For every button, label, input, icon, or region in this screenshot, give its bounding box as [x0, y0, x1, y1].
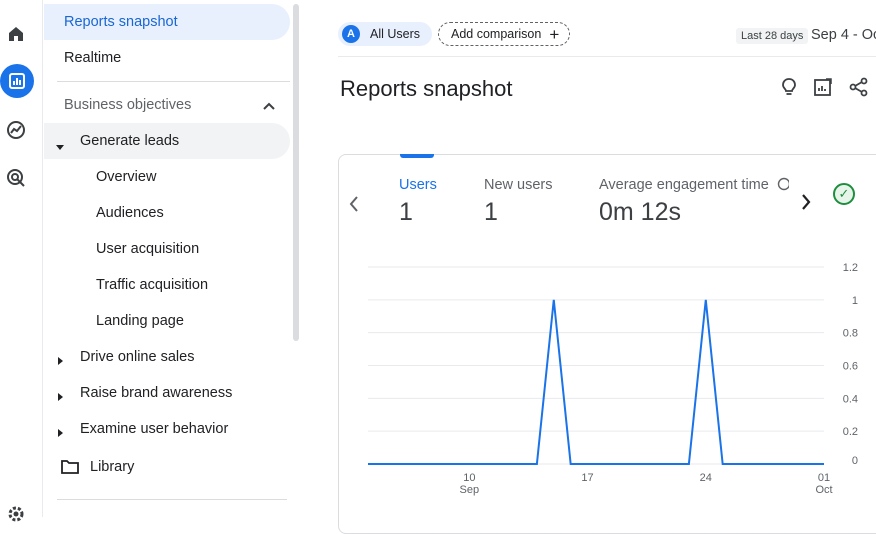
insights-lightbulb-icon[interactable]	[778, 76, 800, 98]
nav-group-examine-user-behavior[interactable]: Examine user behavior	[80, 411, 228, 447]
x-tick-label: 17	[581, 472, 593, 484]
y-tick-label: 0.6	[843, 361, 858, 373]
y-tick-label: 1.2	[843, 262, 858, 274]
y-tick-label: 0	[852, 455, 858, 467]
nav-item-label: Reports snapshot	[64, 14, 178, 30]
metric-tab-avg-engagement[interactable]: Average engagement time	[599, 177, 769, 193]
nav-item-library[interactable]: Library	[90, 449, 134, 485]
customize-report-icon[interactable]	[812, 76, 834, 98]
segment-label: All Users	[370, 27, 421, 41]
group-label: Drive online sales	[80, 349, 195, 365]
page-title: Reports snapshot	[340, 76, 513, 101]
nav-item-traffic-acquisition[interactable]: Traffic acquisition	[96, 267, 208, 303]
nav-group-raise-brand-awareness[interactable]: Raise brand awareness	[80, 375, 232, 411]
nav-item-label: Landing page	[96, 313, 184, 329]
nav-item-label: Realtime	[64, 50, 122, 66]
icon-rail	[0, 0, 42, 522]
segment-chip[interactable]: A All Users	[338, 22, 433, 46]
x-tick-label: 01	[818, 472, 830, 484]
nav-item-landing-page[interactable]: Landing page	[96, 303, 184, 339]
folder-icon	[61, 459, 79, 479]
segment-badge: A	[342, 25, 360, 43]
metric-value-avg-engagement: 0m 12s	[599, 198, 681, 226]
group-label: Raise brand awareness	[80, 385, 233, 401]
add-comparison-label: Add comparison	[451, 27, 542, 41]
nav-item-label: Library	[90, 459, 135, 475]
date-range-picker[interactable]: Sep 4 - Oc	[811, 27, 876, 43]
x-tick-label: 10	[463, 472, 475, 484]
nav-item-audiences[interactable]: Audiences	[96, 195, 164, 231]
x-tick-month-label: Oct	[815, 484, 832, 496]
x-tick-month-label: Sep	[460, 484, 480, 496]
help-icon[interactable]	[777, 177, 791, 196]
nav-group-drive-online-sales[interactable]: Drive online sales	[80, 339, 194, 375]
nav-item-overview[interactable]: Overview	[96, 159, 156, 195]
active-tab-indicator	[400, 154, 434, 158]
metric-value-users: 1	[399, 198, 413, 226]
caret-right-icon[interactable]	[58, 388, 64, 406]
y-tick-label: 0.2	[843, 426, 858, 438]
metric-tab-users[interactable]: Users	[399, 177, 437, 193]
nav-group-generate-leads[interactable]: Generate leads	[80, 123, 179, 159]
nav-item-user-acquisition[interactable]: User acquisition	[96, 231, 199, 267]
series-line-users	[368, 299, 824, 465]
nav-item-label: Traffic acquisition	[96, 277, 209, 293]
x-tick-label: 24	[700, 472, 712, 484]
y-tick-label: 0.4	[843, 393, 858, 405]
home-icon[interactable]	[4, 22, 28, 46]
users-line-chart: 1.2 1 0.8 0.6 0.4 0.2 0 10Sep 17 24 01Oct	[368, 262, 858, 496]
y-tick-label: 0.8	[843, 328, 858, 340]
nav-item-label: Overview	[96, 169, 157, 185]
metric-value-new-users: 1	[484, 198, 498, 226]
main-content: A All Users Add comparison + Last 28 day…	[300, 0, 876, 534]
section-label: Business objectives	[64, 97, 192, 113]
caret-right-icon[interactable]	[58, 424, 64, 442]
header-divider	[338, 56, 876, 57]
reports-icon[interactable]	[0, 64, 34, 98]
add-comparison-button[interactable]: Add comparison +	[438, 22, 571, 46]
chevron-left-icon[interactable]	[348, 193, 360, 219]
group-label: Examine user behavior	[80, 421, 229, 437]
caret-down-icon[interactable]	[56, 138, 64, 156]
advertising-icon[interactable]	[4, 166, 28, 190]
nav-divider	[57, 499, 287, 500]
y-tick-label: 1	[852, 295, 858, 307]
metric-tab-new-users[interactable]: New users	[484, 177, 553, 193]
explore-icon[interactable]	[4, 118, 28, 142]
settings-icon[interactable]	[4, 502, 28, 526]
nav-divider	[57, 81, 290, 82]
nav-section-business-objectives[interactable]: Business objectives	[64, 87, 191, 123]
caret-right-icon[interactable]	[58, 352, 64, 370]
share-icon[interactable]	[848, 76, 870, 98]
group-label: Generate leads	[80, 133, 180, 149]
nav-panel: Reports snapshot Realtime Business objec…	[42, 0, 300, 517]
plus-icon: +	[549, 24, 560, 44]
nav-item-label: User acquisition	[96, 241, 200, 257]
chevron-right-icon[interactable]	[800, 193, 812, 217]
nav-scrollbar[interactable]	[293, 4, 299, 341]
chevron-up-icon[interactable]	[262, 98, 276, 116]
check-circle-icon: ✓	[833, 183, 855, 205]
nav-item-reports-snapshot[interactable]: Reports snapshot	[64, 4, 178, 40]
date-preset-label: Last 28 days	[736, 28, 809, 44]
nav-item-realtime[interactable]: Realtime	[64, 40, 121, 76]
nav-item-label: Audiences	[96, 205, 164, 221]
